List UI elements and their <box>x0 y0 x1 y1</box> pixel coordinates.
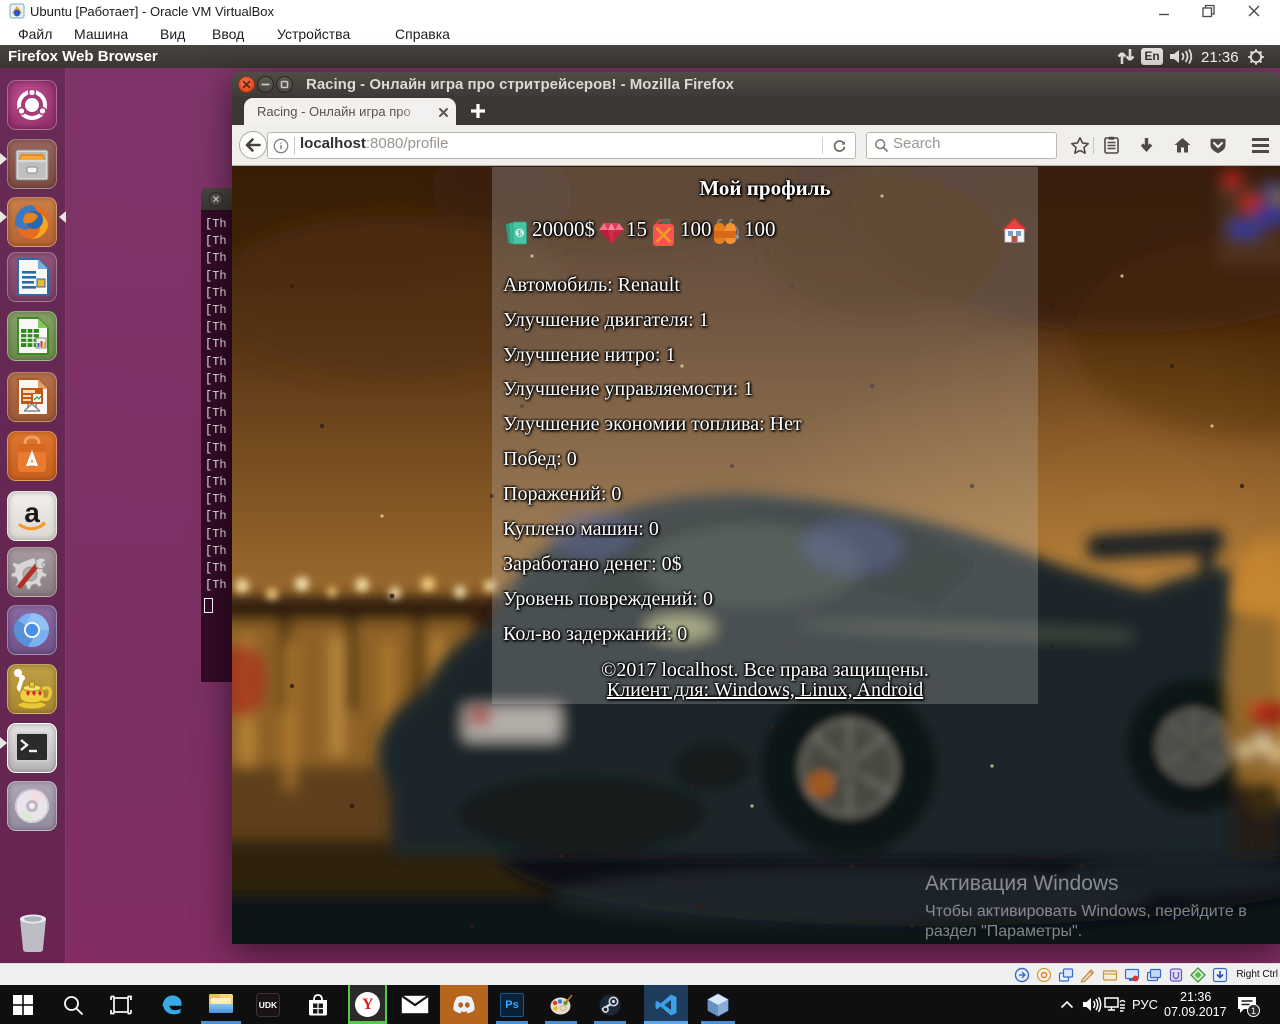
svg-text:a: a <box>24 497 40 528</box>
svg-text:$: $ <box>517 229 522 238</box>
